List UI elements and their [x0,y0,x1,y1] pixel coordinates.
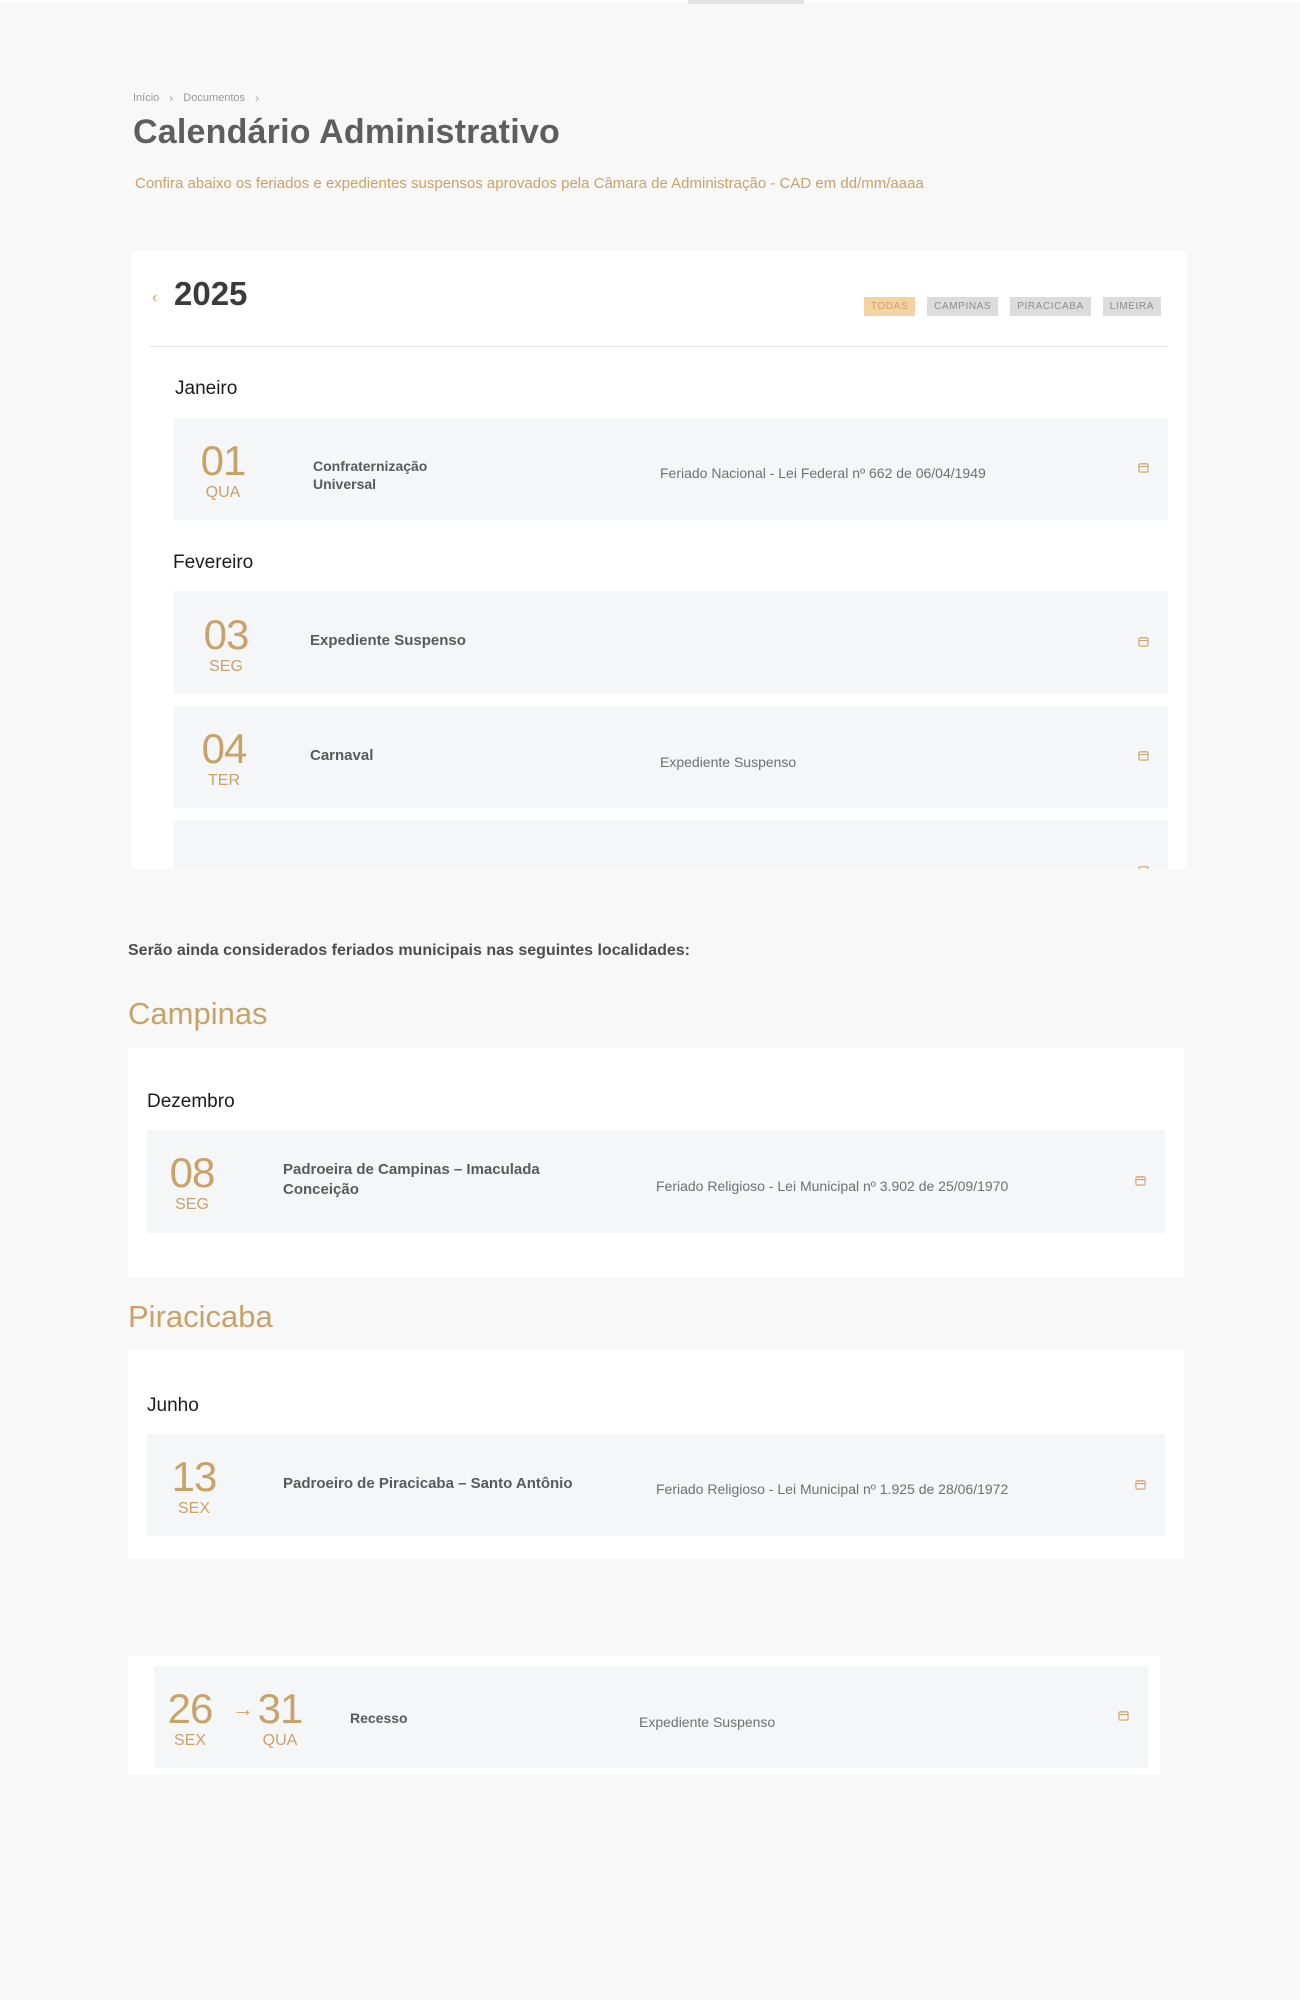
event-row: 08 SEG Padroeira de Campinas – Imaculada… [147,1130,1165,1233]
event-row: 13 SEX Padroeiro de Piracicaba – Santo A… [147,1434,1165,1536]
event-row: 03 SEG Expediente Suspenso [174,591,1168,694]
month-heading: Dezembro [147,1091,235,1112]
event-day: 08 [169,1149,216,1196]
event-date: 03 SEG [181,614,271,676]
event-weekday: TER [208,772,240,789]
city-card-piracicaba: Junho 13 SEX Padroeiro de Piracicaba – S… [128,1350,1184,1559]
recess-card: 26 SEX → 31 QUA Recesso Expediente Suspe… [128,1656,1160,1775]
divider [150,346,1168,347]
filter-todas[interactable]: TODAS [863,297,916,316]
event-start-date: 26 SEX [154,1688,226,1750]
filter-campinas[interactable]: CAMPINAS [927,297,999,316]
year-label: 2025 [174,275,248,312]
event-date: 01 QUA [178,440,268,502]
event-row: 01 QUA Confraternização Universal Feriad… [174,418,1168,520]
calendar-add-icon[interactable] [1135,1175,1146,1186]
chevron-left-icon[interactable]: ‹ [152,289,157,307]
event-name: Padroeiro de Piracicaba – Santo Antônio [283,1475,573,1492]
event-name: Carnaval [310,747,374,764]
event-row: 26 SEX → 31 QUA Recesso Expediente Suspe… [154,1666,1148,1768]
filter-limeira[interactable]: LIMEIRA [1102,297,1161,316]
top-strip [0,0,1300,3]
chevron-right-icon: › [255,91,260,105]
calendar-add-icon[interactable] [1138,865,1149,869]
event-description: Feriado Religioso - Lei Municipal nº 1.9… [656,1481,1009,1497]
event-day: 31 [257,1685,304,1732]
event-row [174,821,1168,869]
event-weekday: QUA [262,1732,298,1749]
location-filters: TODAS CAMPINAS PIRACICABA LIMEIRA [863,297,1161,316]
breadcrumb: Início › Documentos › [133,91,269,105]
event-name: Expediente Suspenso [310,632,466,649]
month-heading: Fevereiro [173,552,254,573]
event-row: 04 TER Carnaval Expediente Suspenso [174,706,1168,808]
municipal-note: Serão ainda considerados feriados munici… [128,942,690,959]
event-day: 01 [200,437,247,484]
event-weekday: SEX [177,1500,210,1517]
city-title-campinas: Campinas [128,996,268,1031]
calendar-card: ‹ 2025 TODAS CAMPINAS PIRACICABA LIMEIRA… [132,251,1187,869]
page-subtitle: Confira abaixo os feriados e expedientes… [135,175,924,192]
event-day: 04 [201,725,248,772]
event-weekday: SEG [209,658,243,675]
event-day: 03 [203,611,250,658]
breadcrumb-home[interactable]: Início [133,92,159,104]
event-day: 13 [171,1453,218,1500]
calendar-add-icon[interactable] [1138,636,1149,647]
event-day: 26 [167,1685,214,1732]
event-weekday: QUA [205,484,241,501]
event-weekday: SEX [173,1732,206,1749]
month-heading: Janeiro [175,378,238,399]
event-weekday: SEG [175,1196,209,1213]
event-description: Expediente Suspenso [660,754,797,770]
event-name: Padroeira de Campinas – Imaculada Concei… [283,1161,540,1198]
year-header: ‹ 2025 TODAS CAMPINAS PIRACICABA LIMEIRA [132,251,1187,347]
calendar-add-icon[interactable] [1135,1479,1146,1490]
event-description: Feriado Religioso - Lei Municipal nº 3.9… [656,1178,1009,1194]
event-name: Confraternização Universal [313,458,428,492]
page-title: Calendário Administrativo [133,113,560,151]
city-card-campinas: Dezembro 08 SEG Padroeira de Campinas – … [128,1048,1184,1277]
calendar-add-icon[interactable] [1138,462,1149,473]
chevron-right-icon: › [169,91,174,105]
breadcrumb-documents[interactable]: Documentos [183,92,245,104]
calendar-add-icon[interactable] [1138,750,1149,761]
month-heading: Junho [147,1395,199,1416]
calendar-add-icon[interactable] [1118,1710,1129,1721]
event-description: Expediente Suspenso [639,1714,776,1730]
event-end-date: 31 QUA [244,1688,316,1750]
city-title-piracicaba: Piracicaba [128,1299,273,1334]
filter-piracicaba[interactable]: PIRACICABA [1010,297,1091,316]
event-date: 13 SEX [149,1456,239,1518]
event-date: 08 SEG [147,1152,237,1214]
event-description: Feriado Nacional - Lei Federal nº 662 de… [660,465,986,481]
event-name: Recesso [350,1710,408,1726]
event-date: 04 TER [179,728,269,790]
top-tab-indicator [688,0,804,4]
